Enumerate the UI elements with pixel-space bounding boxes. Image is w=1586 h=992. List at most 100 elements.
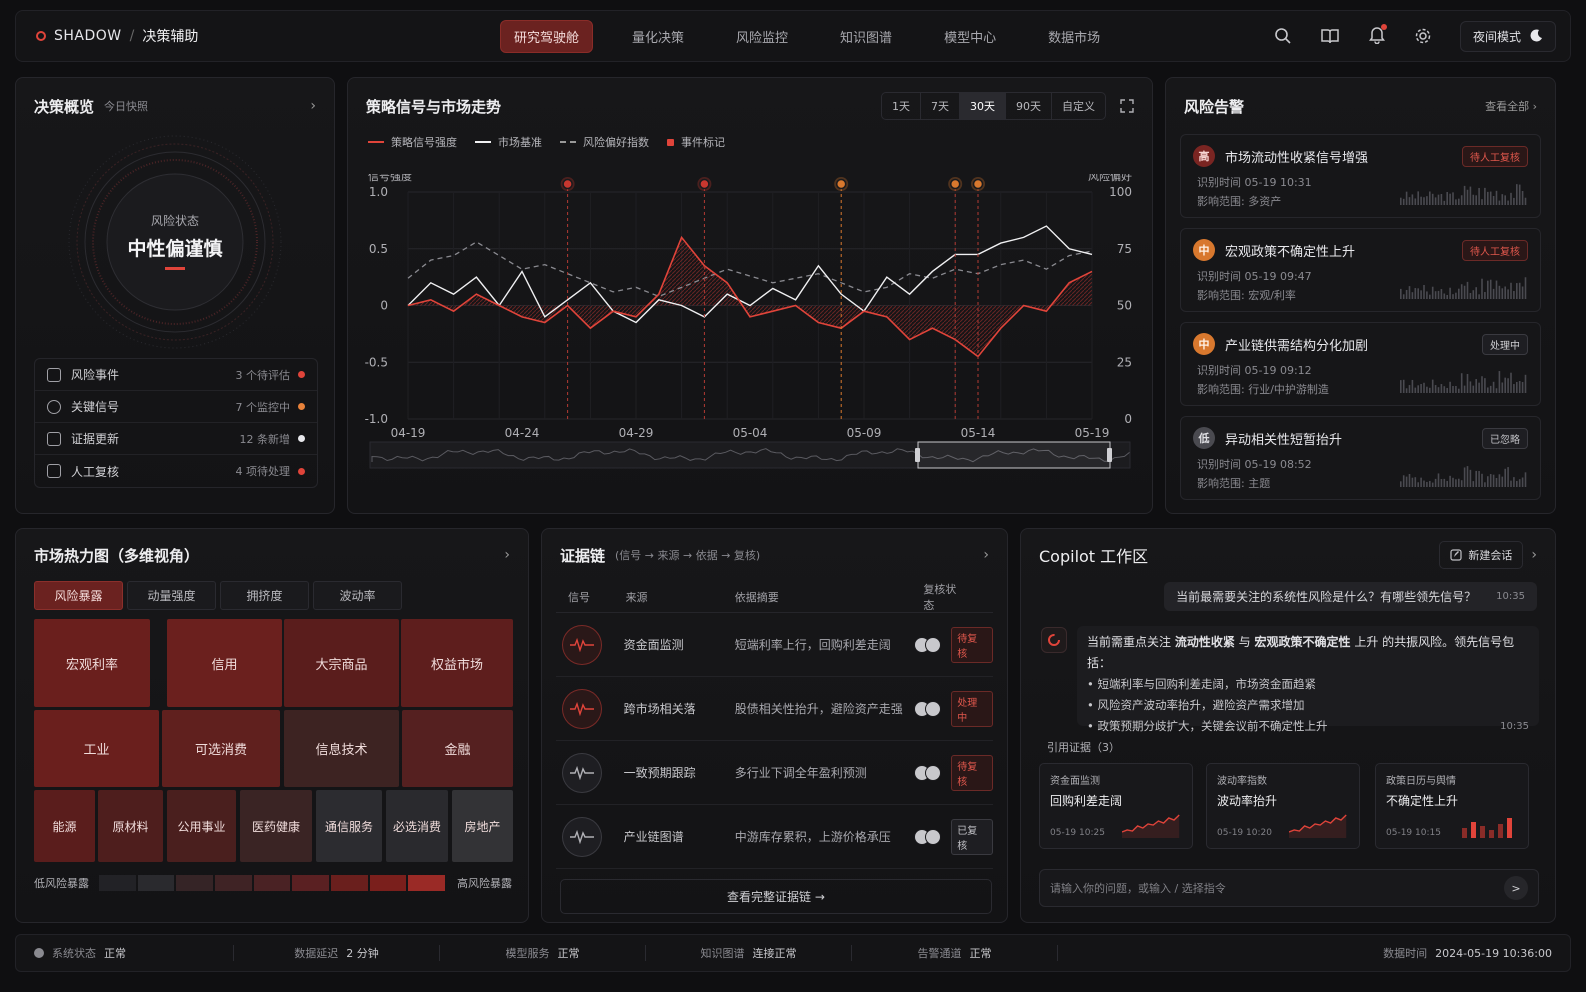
reference-card[interactable]: 政策日历与舆情 不确定性上升 05-19 10:15 xyxy=(1375,763,1529,849)
heatmap-cell[interactable]: 原材料 xyxy=(98,790,163,862)
send-button[interactable]: > xyxy=(1504,876,1528,900)
reference-name: 波动率抬升 xyxy=(1217,794,1278,808)
alert-item[interactable]: 中宏观政策不确定性上升 待人工复核 识别时间 05-19 09:47 影响范围: 宏观… xyxy=(1180,228,1541,312)
event-marker[interactable] xyxy=(562,178,573,190)
view-full-evidence-button[interactable]: 查看完整证据链 → xyxy=(560,879,992,914)
alert-item[interactable]: 高市场流动性收紧信号增强 待人工复核 识别时间 05-19 10:31 影响范围: 多… xyxy=(1180,134,1541,218)
heatmap-cell[interactable]: 金融 xyxy=(402,710,513,787)
event-marker[interactable] xyxy=(949,178,961,190)
gear-icon[interactable] xyxy=(1414,27,1432,45)
moon-icon xyxy=(1530,29,1542,42)
severity-badge: 高 xyxy=(1193,145,1215,167)
chevron-right-icon[interactable]: › xyxy=(310,98,316,114)
evidence-source: 资金面监测 xyxy=(623,638,684,652)
view-all-link[interactable]: 查看全部 › xyxy=(1485,98,1537,114)
notification-button[interactable] xyxy=(1368,23,1387,48)
heatmap-cell[interactable]: 通信服务 xyxy=(316,790,382,862)
legend-event[interactable]: 事件标记 xyxy=(667,134,725,150)
heatmap-cell[interactable]: 信用 xyxy=(167,619,282,707)
tab-momentum[interactable]: 动量强度 xyxy=(127,581,216,610)
chevron-right-icon[interactable]: › xyxy=(983,547,989,563)
evidence-row[interactable]: 跨市场相关落 股债相关性抬升，避险资产走强 处理中 xyxy=(556,677,993,741)
overview-item-key-signals[interactable]: 关键信号 7 个监控中 xyxy=(35,391,317,423)
heatmap-cell[interactable]: 工业 xyxy=(34,710,159,787)
alert-sparkline xyxy=(1400,371,1527,393)
legend-label: 策略信号强度 xyxy=(391,136,457,149)
tab-research-cockpit[interactable]: 研究驾驶舱 xyxy=(500,19,594,53)
evidence-source: 一致预期跟踪 xyxy=(623,766,696,780)
alert-status-badge: 待人工复核 xyxy=(1462,145,1528,167)
target-icon xyxy=(47,399,61,414)
heatmap-cell[interactable]: 公用事业 xyxy=(167,790,236,862)
brand[interactable]: SHADOW / 决策辅助 xyxy=(36,26,476,46)
night-mode-toggle[interactable]: 夜间模式 xyxy=(1459,20,1556,52)
brand-separator: / xyxy=(129,28,135,44)
heatmap-cell[interactable]: 大宗商品 xyxy=(284,619,399,707)
heatmap-cell[interactable]: 必选消费 xyxy=(386,790,448,862)
range-1d[interactable]: 1天 xyxy=(882,93,921,119)
event-marker[interactable] xyxy=(835,178,847,190)
heatmap-cell[interactable]: 房地产 xyxy=(452,790,513,862)
copilot-panel: Copilot 工作区 新建会话 › 当前最需要关注的系统性风险是什么？有哪些领… xyxy=(1020,528,1556,923)
alert-sparkline xyxy=(1400,184,1527,205)
legend-risk-appetite[interactable]: 风险偏好指数 xyxy=(560,134,649,150)
event-marker[interactable] xyxy=(699,178,710,190)
tab-risk-exposure[interactable]: 风险暴露 xyxy=(34,581,123,610)
tab-volatility[interactable]: 波动率 xyxy=(313,581,402,610)
alert-name: 宏观政策不确定性上升 xyxy=(1225,244,1356,260)
bot-text-pre: 当前需重点关注 xyxy=(1087,635,1175,649)
data-time-label: 数据时间 xyxy=(1383,947,1428,960)
overview-item-evidence-updates[interactable]: 证据更新 12 条新增 xyxy=(35,423,317,455)
heatmap-cell[interactable]: 医药健康 xyxy=(240,790,312,862)
header-source: 来源 xyxy=(625,590,648,604)
heatmap-cell[interactable]: 权益市场 xyxy=(401,619,513,707)
tab-crowding[interactable]: 拥挤度 xyxy=(220,581,309,610)
overview-item-risk-events[interactable]: 风险事件 3 个待评估 xyxy=(35,359,317,391)
event-marker[interactable] xyxy=(972,178,984,190)
navigator-handle-right[interactable] xyxy=(1107,448,1112,462)
legend-benchmark[interactable]: 市场基准 xyxy=(475,134,542,150)
y2-tick-label: 100 xyxy=(1109,185,1132,199)
legend-signal[interactable]: 策略信号强度 xyxy=(368,134,457,150)
alert-item[interactable]: 低异动相关性短暂抬升 已忽略 识别时间 05-19 08:52 影响范围: 主题 xyxy=(1180,416,1541,500)
status-value: 2 分钟 xyxy=(346,947,379,960)
navigator-window[interactable] xyxy=(917,441,1111,469)
tab-risk-monitor[interactable]: 风险监控 xyxy=(723,21,801,52)
tab-knowledge-graph[interactable]: 知识图谱 xyxy=(827,21,905,52)
overview-list: 风险事件 3 个待评估 关键信号 7 个监控中 证据更新 12 条新增 人工复核… xyxy=(34,358,318,488)
risk-alerts-panel: 风险告警 查看全部 › 高市场流动性收紧信号增强 待人工复核 识别时间 05-19 … xyxy=(1165,77,1556,514)
heatmap-cell[interactable]: 能源 xyxy=(34,790,95,862)
navigator-handle-left[interactable] xyxy=(915,448,920,462)
heatmap-cell[interactable]: 信息技术 xyxy=(284,710,399,787)
alert-item[interactable]: 中产业链供需结构分化加剧 处理中 识别时间 05-19 09:12 影响范围: 行业/… xyxy=(1180,322,1541,406)
tab-model-center[interactable]: 模型中心 xyxy=(931,21,1009,52)
evidence-row[interactable]: 产业链图谱 中游库存累积，上游价格承压 已复核 xyxy=(556,805,993,869)
heatmap-cell[interactable]: 可选消费 xyxy=(162,710,280,787)
gauge-value: 中性偏谨慎 xyxy=(127,238,223,260)
y-tick-label: 0 xyxy=(380,299,388,313)
chevron-right-icon[interactable]: › xyxy=(1531,547,1537,563)
evidence-header: 信号 来源 依据摘要 复核状态 xyxy=(556,581,993,613)
range-30d[interactable]: 30天 xyxy=(960,93,1006,119)
range-7d[interactable]: 7天 xyxy=(921,93,960,119)
alert-sparkline xyxy=(1400,277,1527,299)
new-session-button[interactable]: 新建会话 xyxy=(1439,541,1524,569)
evidence-row[interactable]: 资金面监测 短端利率上行，回购利差走阔 待复核 xyxy=(556,613,993,677)
chat-input[interactable]: 请输入你的问题，或输入 / 选择指令 > xyxy=(1039,869,1539,907)
fullscreen-icon[interactable] xyxy=(1120,99,1134,113)
search-icon[interactable] xyxy=(1274,27,1292,45)
reference-card[interactable]: 波动率指数 波动率抬升 05-19 10:20 xyxy=(1206,763,1360,849)
evidence-source: 产业链图谱 xyxy=(623,830,684,844)
x-tick-label: 04-24 xyxy=(505,426,540,440)
chevron-right-icon[interactable]: › xyxy=(504,547,510,563)
book-icon[interactable] xyxy=(1320,27,1340,45)
tab-quant-decision[interactable]: 量化决策 xyxy=(619,21,697,52)
reference-card[interactable]: 资金面监测 回购利差走阔 05-19 10:25 xyxy=(1039,763,1193,849)
range-custom[interactable]: 自定义 xyxy=(1052,93,1105,119)
tab-data-market[interactable]: 数据市场 xyxy=(1035,21,1113,52)
range-90d[interactable]: 90天 xyxy=(1006,93,1052,119)
signal-chart[interactable]: 信号强度 风险偏好 1.0 100 0.5 75 0 50 -0.5 25 -1.0 0 04-19 04… xyxy=(348,174,1152,514)
heatmap-cell[interactable]: 宏观利率 xyxy=(34,619,150,707)
overview-item-manual-review[interactable]: 人工复核 4 项待处理 xyxy=(35,455,317,487)
evidence-row[interactable]: 一致预期跟踪 多行业下调全年盈利预测 待复核 xyxy=(556,741,993,805)
